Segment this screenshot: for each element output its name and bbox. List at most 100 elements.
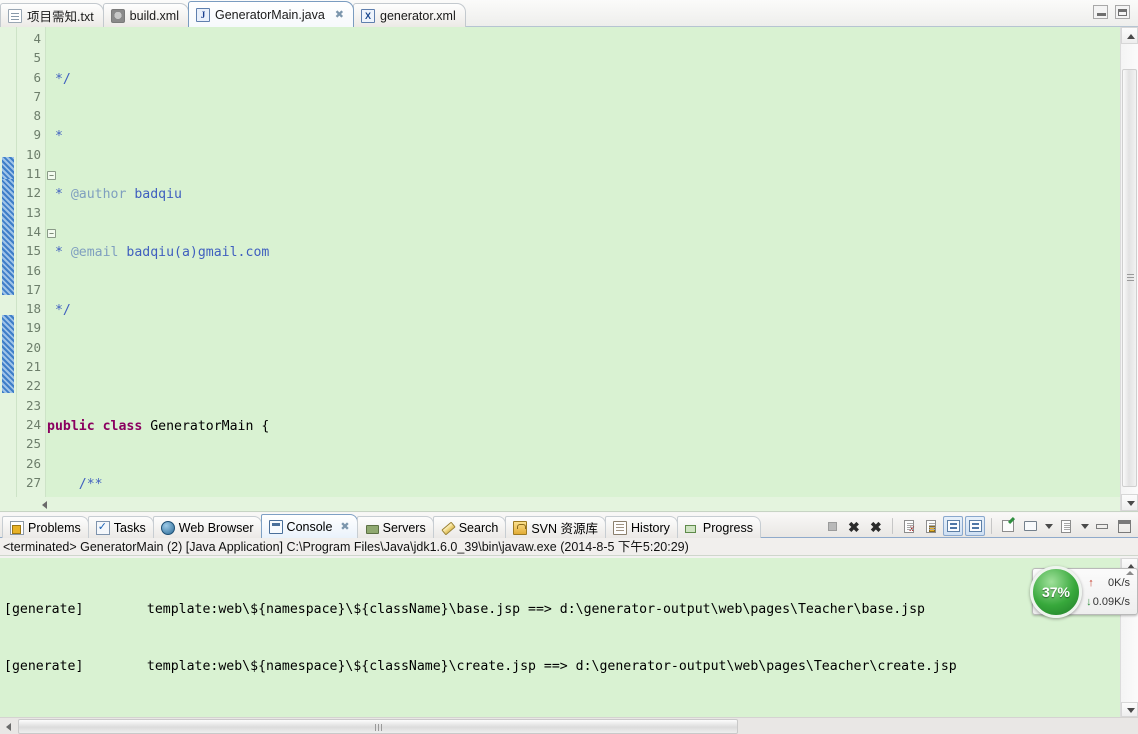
view-tab-console[interactable]: Console ✖ xyxy=(260,514,358,538)
bottom-view-stack: Problems Tasks Web Browser Console ✖ xyxy=(0,513,1138,734)
scroll-up-arrow-icon[interactable] xyxy=(1121,27,1138,44)
line-number: 8 xyxy=(33,108,41,124)
view-tab-label: History xyxy=(631,520,670,535)
line-number: 5 xyxy=(33,50,41,66)
network-monitor-widget[interactable]: 37% ↑ 0K/s ↓ 0.09K/s xyxy=(1030,566,1138,618)
svn-repository-icon xyxy=(513,520,528,535)
xml-file-icon: X xyxy=(361,8,375,23)
line-number: 13 xyxy=(25,204,41,220)
toolbar-divider xyxy=(991,518,992,534)
view-tab-label: Progress xyxy=(702,520,753,535)
pin-console-icon xyxy=(1002,520,1014,532)
scroll-down-arrow-icon[interactable] xyxy=(1121,494,1138,511)
close-icon[interactable]: ✖ xyxy=(335,8,344,21)
search-icon xyxy=(441,521,455,535)
maximize-view-button[interactable] xyxy=(1114,516,1134,536)
cpu-usage-dial: 37% xyxy=(1030,566,1082,618)
minimize-view-button[interactable] xyxy=(1092,516,1112,536)
servers-icon xyxy=(365,521,379,535)
download-speed-value: 0.09K/s xyxy=(1092,595,1130,608)
line-number: 27 xyxy=(25,474,41,490)
scroll-down-arrow-icon[interactable] xyxy=(1121,702,1138,717)
close-icon[interactable]: ✖ xyxy=(340,520,349,533)
view-tab-svn-repository[interactable]: SVN 资源库 xyxy=(505,516,607,538)
line-number: 9 xyxy=(33,127,41,143)
scroll-left-arrow-icon[interactable] xyxy=(38,498,50,510)
code-line: public class GeneratorMain { xyxy=(47,418,270,434)
stop-square-icon xyxy=(828,522,837,531)
java-file-icon: J xyxy=(196,7,210,22)
display-selected-console-button[interactable] xyxy=(1020,516,1040,536)
remove-all-x-icon: ✖ xyxy=(870,519,882,535)
console-launch-status: <terminated> GeneratorMain (2) [Java App… xyxy=(0,538,1138,556)
maximize-icon[interactable] xyxy=(1115,5,1130,19)
view-tab-label: Servers xyxy=(382,520,426,535)
line-number: 21 xyxy=(25,359,41,375)
progress-icon xyxy=(684,521,699,535)
view-tab-history[interactable]: History xyxy=(605,516,678,538)
remove-all-terminated-button[interactable]: ✖ xyxy=(866,516,886,536)
editor-tab-bar: 项目需知.txt build.xml J GeneratorMain.java … xyxy=(0,0,1138,27)
editor-horizontal-scrollbar[interactable] xyxy=(0,497,1120,511)
upload-speed-row: ↑ 0K/s xyxy=(1085,573,1134,592)
scroll-lock-button[interactable] xyxy=(921,516,941,536)
display-selected-console-dropdown[interactable] xyxy=(1042,516,1054,536)
scrollbar-thumb[interactable] xyxy=(18,719,738,734)
view-tab-search[interactable]: Search xyxy=(432,516,507,538)
line-number: 20 xyxy=(25,339,41,355)
open-console-button[interactable] xyxy=(1056,516,1076,536)
scroll-left-arrow-icon[interactable] xyxy=(2,720,15,733)
view-tab-tasks[interactable]: Tasks xyxy=(87,516,154,538)
view-tab-servers[interactable]: Servers xyxy=(356,516,434,538)
view-tab-label: Problems xyxy=(28,520,81,535)
terminate-button[interactable] xyxy=(822,516,842,536)
scrollbar-thumb[interactable] xyxy=(1122,69,1137,487)
editor-tab-project-notes[interactable]: 项目需知.txt xyxy=(0,3,104,27)
minimize-icon[interactable] xyxy=(1093,5,1108,19)
line-number: 15 xyxy=(25,243,41,259)
editor-vertical-scrollbar[interactable] xyxy=(1120,27,1138,511)
editor-code-text[interactable]: */ * * @author badqiu * @email badqiu(a)… xyxy=(47,27,1120,497)
console-horizontal-scrollbar[interactable] xyxy=(0,717,1138,734)
view-tab-label: Search xyxy=(458,520,499,535)
view-tab-web-browser[interactable]: Web Browser xyxy=(152,516,262,538)
code-line: /** xyxy=(78,476,103,492)
line-number: 16 xyxy=(25,262,41,278)
editor-tab-generatormain-java[interactable]: J GeneratorMain.java ✖ xyxy=(188,1,354,27)
show-console-when-output-button[interactable] xyxy=(943,516,963,536)
view-tab-label: SVN 资源库 xyxy=(531,522,599,536)
open-console-dropdown[interactable] xyxy=(1078,516,1090,536)
java-editor[interactable]: 4 5 6 7 8 9 10 11− 12 13 14− 15 16 17 18… xyxy=(0,27,1138,512)
view-tab-list: Problems Tasks Web Browser Console ✖ xyxy=(2,513,761,538)
editor-line-numbers: 4 5 6 7 8 9 10 11− 12 13 14− 15 16 17 18… xyxy=(17,27,56,511)
upload-speed-value: 0K/s xyxy=(1107,576,1130,589)
line-number: 26 xyxy=(25,455,41,471)
tasks-icon xyxy=(95,520,110,535)
remove-x-icon: ✖ xyxy=(848,519,860,535)
editor-tab-label: build.xml xyxy=(129,8,179,23)
chevron-down-icon xyxy=(1081,524,1089,529)
console-icon xyxy=(268,519,283,534)
pin-console-button[interactable] xyxy=(998,516,1018,536)
view-tab-problems[interactable]: Problems xyxy=(2,516,89,538)
view-tab-progress[interactable]: Progress xyxy=(676,516,761,538)
clear-console-button[interactable]: x xyxy=(899,516,919,536)
show-console-when-error-button[interactable] xyxy=(965,516,985,536)
open-console-icon xyxy=(1061,520,1071,533)
console-output[interactable]: [generate] template:web\${namespace}\${c… xyxy=(0,558,1120,717)
line-number: 18 xyxy=(25,301,41,317)
code-line: */ xyxy=(47,303,71,319)
remove-launch-button[interactable]: ✖ xyxy=(844,516,864,536)
view-tab-bar: Problems Tasks Web Browser Console ✖ xyxy=(0,513,1138,538)
line-number: 17 xyxy=(25,281,41,297)
editor-marker-gutter[interactable] xyxy=(0,27,17,511)
editor-tab-build-xml[interactable]: build.xml xyxy=(102,3,189,27)
editor-tab-label: 项目需知.txt xyxy=(27,10,94,24)
ant-build-file-icon xyxy=(110,8,125,23)
editor-tab-generator-xml[interactable]: X generator.xml xyxy=(353,3,466,27)
view-tab-label: Tasks xyxy=(113,520,146,535)
problems-icon xyxy=(10,520,24,535)
console-line: [generate] template:web\${namespace}\${c… xyxy=(4,659,957,675)
line-number: 24 xyxy=(25,416,41,432)
line-number: 23 xyxy=(25,397,41,413)
